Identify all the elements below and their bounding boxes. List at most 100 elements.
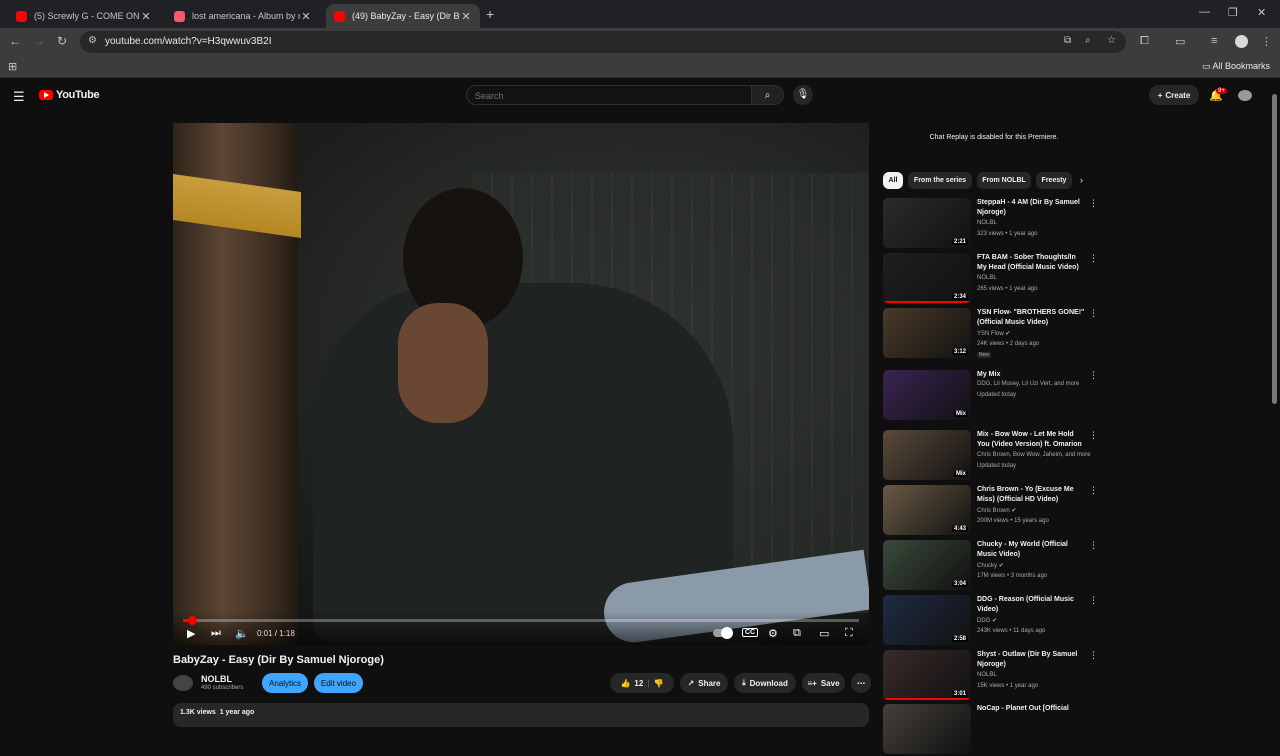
minimize-icon[interactable]: — bbox=[1199, 6, 1210, 18]
recommendation-title[interactable]: My Mix bbox=[977, 370, 1085, 380]
recommendation-item[interactable]: Mix My Mix DDG, Lil Mosey, Lil Uzi Vert, a… bbox=[883, 370, 1098, 422]
browser-tab-3[interactable]: (49) BabyZay - Easy (Dir By Samuel ✕ bbox=[326, 4, 480, 28]
close-window-icon[interactable]: ✕ bbox=[1257, 6, 1266, 19]
reload-icon[interactable]: ↻ bbox=[57, 34, 67, 48]
back-icon[interactable]: ← bbox=[9, 34, 21, 48]
apps-grid-icon[interactable]: ⊞ bbox=[8, 60, 17, 73]
chip-from-series[interactable]: From the series bbox=[908, 172, 972, 189]
chip-from-nolbl[interactable]: From NOLBL bbox=[977, 172, 1031, 189]
play-icon[interactable]: ▶ bbox=[187, 627, 195, 640]
recommendation-title[interactable]: Chris Brown - Yo (Excuse Me Miss) (Offic… bbox=[977, 485, 1085, 505]
video-thumbnail[interactable]: 3:12 bbox=[883, 308, 971, 358]
settings-gear-icon[interactable]: ⚙ bbox=[768, 627, 778, 640]
chip-all[interactable]: All bbox=[883, 172, 903, 189]
recommendation-item[interactable]: 4:43 Chris Brown - Yo (Excuse Me Miss) (O… bbox=[883, 485, 1098, 537]
captions-icon[interactable]: CC bbox=[742, 628, 759, 637]
recommendation-title[interactable]: Chucky - My World (Official Music Video) bbox=[977, 540, 1085, 560]
dislike-icon[interactable]: 👎 bbox=[654, 679, 664, 688]
video-thumbnail[interactable]: Mix bbox=[883, 370, 971, 420]
recommendation-title[interactable]: Shyst - Outlaw (Dir By Samuel Njoroge) bbox=[977, 650, 1085, 670]
scrubber-handle[interactable] bbox=[187, 616, 197, 625]
recommendation-item[interactable]: Mix Mix - Bow Wow - Let Me Hold You (Vide… bbox=[883, 430, 1098, 482]
site-info-icon[interactable]: ⚙ bbox=[88, 35, 97, 46]
voice-search-button[interactable]: 🎙 bbox=[793, 85, 813, 105]
more-options-icon[interactable]: ⋮ bbox=[1089, 430, 1098, 441]
recommendation-item[interactable]: 3:01 Shyst - Outlaw (Dir By Samuel Njorog… bbox=[883, 650, 1098, 702]
browser-tab-2[interactable]: lost americana - Album by mgk ✕ bbox=[166, 4, 320, 28]
recommendation-item[interactable]: 2:21 SteppaH - 4 AM (Dir By Samuel Njorog… bbox=[883, 198, 1098, 250]
recommendation-title[interactable]: NoCap - Planet Out [Official bbox=[977, 704, 1085, 714]
recommendation-title[interactable]: Mix - Bow Wow - Let Me Hold You (Video V… bbox=[977, 430, 1085, 450]
guide-menu-icon[interactable]: ☰ bbox=[13, 89, 25, 105]
channel-avatar[interactable] bbox=[173, 675, 193, 691]
recommendation-item[interactable]: 2:34 FTA BAM - Sober Thoughts/In My Head … bbox=[883, 253, 1098, 305]
scrollbar-thumb[interactable] bbox=[1272, 94, 1277, 404]
install-icon[interactable]: ⧉ bbox=[1064, 35, 1071, 46]
description-box[interactable]: 1.3K views 1 year ago bbox=[173, 703, 869, 727]
browser-tab-1[interactable]: (5) Screwly G - COME ON L ✕ bbox=[8, 4, 160, 28]
restore-icon[interactable]: ❐ bbox=[1228, 6, 1238, 19]
more-options-icon[interactable]: ⋮ bbox=[1089, 198, 1098, 209]
video-thumbnail[interactable]: 3:01 bbox=[883, 650, 971, 700]
recommendation-item[interactable]: 2:58 DDG - Reason (Official Music Video) D… bbox=[883, 595, 1098, 647]
more-options-icon[interactable]: ⋮ bbox=[1089, 595, 1098, 606]
recommendation-item[interactable]: 3:12 YSN Flow- "BROTHERS GONE!" (Official… bbox=[883, 308, 1098, 360]
all-bookmarks-button[interactable]: ▭ All Bookmarks bbox=[1202, 61, 1270, 72]
autoplay-toggle[interactable] bbox=[713, 627, 733, 639]
omnibox[interactable]: ⚙ youtube.com/watch?v=H3qwwuv3B2I ⧉ ⌕ ☆ bbox=[80, 31, 1126, 53]
recommendation-title[interactable]: DDG - Reason (Official Music Video) bbox=[977, 595, 1085, 615]
miniplayer-icon[interactable]: ⧉ bbox=[793, 627, 801, 640]
more-options-icon[interactable]: ⋮ bbox=[1089, 540, 1098, 551]
recommendation-title[interactable]: YSN Flow- "BROTHERS GONE!" (Official Mus… bbox=[977, 308, 1085, 328]
recommendation-title[interactable]: SteppaH - 4 AM (Dir By Samuel Njoroge) bbox=[977, 198, 1085, 218]
browser-menu-icon[interactable]: ⋮ bbox=[1261, 35, 1272, 48]
more-actions-button[interactable]: ⋯ bbox=[851, 673, 871, 693]
forward-icon[interactable]: → bbox=[33, 34, 45, 48]
more-options-icon[interactable]: ⋮ bbox=[1089, 370, 1098, 381]
youtube-logo[interactable]: YouTube bbox=[39, 89, 100, 101]
recommendation-item[interactable]: 3:04 Chucky - My World (Official Music Vi… bbox=[883, 540, 1098, 592]
video-thumbnail[interactable]: 2:21 bbox=[883, 198, 971, 248]
new-tab-icon[interactable]: + bbox=[486, 6, 494, 22]
zoom-icon[interactable]: ⌕ bbox=[1085, 35, 1091, 46]
more-options-icon[interactable]: ⋮ bbox=[1089, 485, 1098, 496]
more-options-icon[interactable]: ⋮ bbox=[1089, 253, 1098, 264]
search-input[interactable] bbox=[467, 87, 751, 105]
create-button[interactable]: + Create bbox=[1149, 85, 1199, 105]
video-thumbnail[interactable] bbox=[883, 704, 971, 754]
volume-icon[interactable]: 🔈 bbox=[235, 627, 249, 640]
save-button[interactable]: ≡+ Save bbox=[802, 673, 845, 693]
close-tab-icon[interactable]: ✕ bbox=[300, 10, 312, 23]
video-thumbnail[interactable]: 2:58 bbox=[883, 595, 971, 645]
fullscreen-icon[interactable]: ⛶ bbox=[845, 627, 853, 640]
video-thumbnail[interactable]: 2:34 bbox=[883, 253, 971, 303]
analytics-button[interactable]: Analytics bbox=[262, 673, 308, 693]
page-scrollbar[interactable] bbox=[1271, 84, 1277, 720]
more-options-icon[interactable]: ⋮ bbox=[1089, 650, 1098, 661]
side-panel-icon[interactable]: ▭ bbox=[1175, 35, 1185, 48]
like-icon[interactable]: 👍 bbox=[620, 679, 630, 688]
recommendation-title[interactable]: FTA BAM - Sober Thoughts/In My Head (Off… bbox=[977, 253, 1085, 273]
chevron-right-icon[interactable]: › bbox=[1080, 175, 1083, 185]
theater-mode-icon[interactable]: ▭ bbox=[819, 627, 829, 640]
video-thumbnail[interactable]: Mix bbox=[883, 430, 971, 480]
progress-bar[interactable] bbox=[183, 616, 859, 625]
next-video-icon[interactable]: ⏭ bbox=[211, 627, 221, 640]
close-tab-icon[interactable]: ✕ bbox=[460, 10, 472, 23]
video-thumbnail[interactable]: 4:43 bbox=[883, 485, 971, 535]
close-tab-icon[interactable]: ✕ bbox=[140, 10, 152, 23]
download-button[interactable]: ⤓ Download bbox=[734, 673, 796, 693]
profile-avatar[interactable] bbox=[1235, 35, 1248, 48]
recommendation-item[interactable]: NoCap - Planet Out [Official bbox=[883, 704, 1098, 756]
extensions-icon[interactable]: ⧠ bbox=[1140, 35, 1149, 48]
share-button[interactable]: ↗ Share bbox=[680, 673, 728, 693]
search-button[interactable]: ⌕ bbox=[752, 85, 784, 105]
edit-video-button[interactable]: Edit video bbox=[314, 673, 363, 693]
media-control-icon[interactable]: ≡ bbox=[1211, 35, 1217, 47]
more-options-icon[interactable]: ⋮ bbox=[1089, 308, 1098, 319]
account-avatar[interactable] bbox=[1238, 90, 1252, 101]
chip-freestyle[interactable]: Freesty bbox=[1036, 172, 1072, 189]
bookmark-star-icon[interactable]: ☆ bbox=[1107, 35, 1116, 46]
video-player[interactable]: ▶ ⏭ 🔈 0:01 / 1:18 CC ⚙ ⧉ ▭ ⛶ bbox=[173, 123, 869, 645]
video-thumbnail[interactable]: 3:04 bbox=[883, 540, 971, 590]
